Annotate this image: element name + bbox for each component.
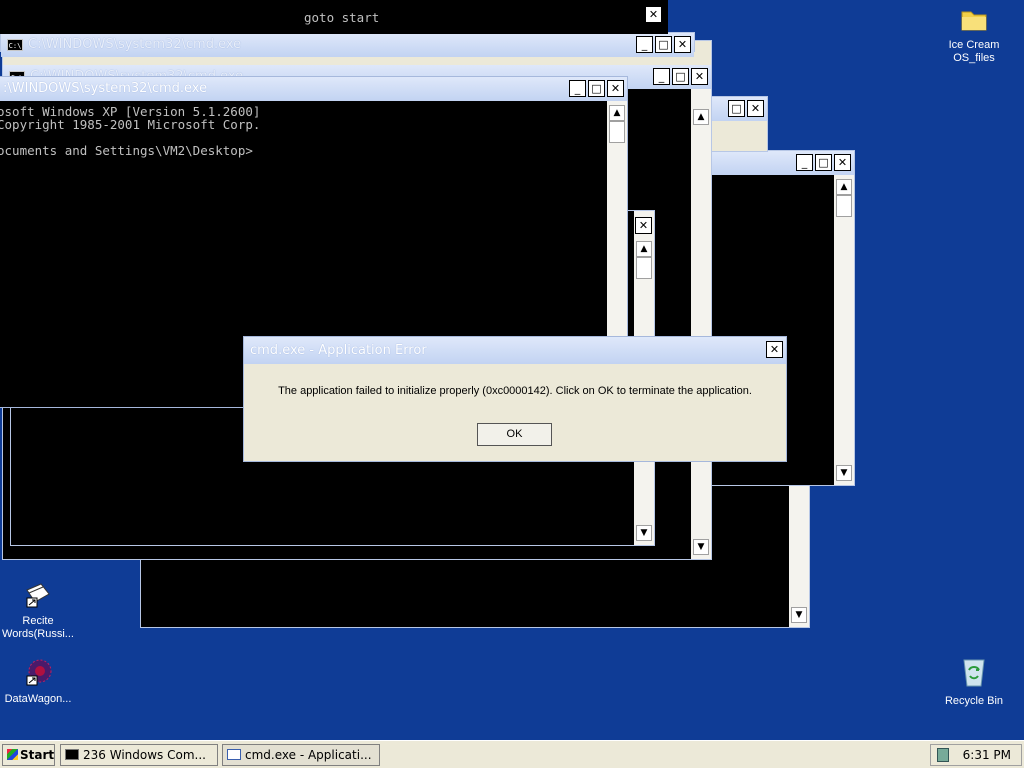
scroll-thumb[interactable] [609, 121, 625, 143]
close-button[interactable]: ✕ [607, 80, 624, 97]
maximize-button[interactable]: □ [672, 68, 689, 85]
scroll-down-arrow[interactable]: ▼ [836, 465, 852, 481]
error-message: The application failed to initialize pro… [278, 385, 752, 397]
maximize-button[interactable]: □ [728, 100, 745, 117]
ok-button[interactable]: OK [477, 423, 552, 446]
scroll-down-arrow[interactable]: ▼ [791, 607, 807, 623]
cmd-window-second[interactable]: C:\ C:\WINDOWS\system32\cmd.exe _ □ ✕ [0, 32, 695, 57]
taskbar-button-label: 236 Windows Com... [83, 748, 206, 762]
title-bar[interactable]: C:\ C:\WINDOWS\system32\cmd.exe [1, 33, 694, 57]
close-button[interactable]: ✕ [635, 217, 652, 234]
desktop-icon-recycle-bin[interactable]: Recycle Bin [934, 656, 1014, 708]
windows-flag-icon [7, 749, 18, 760]
application-error-dialog[interactable]: cmd.exe - Application Error ✕ The applic… [243, 336, 787, 462]
cmd-window-top[interactable]: goto start ✕ [0, 0, 668, 34]
scroll-down-arrow[interactable]: ▼ [636, 525, 652, 541]
close-button[interactable]: ✕ [645, 6, 662, 23]
scroll-up-arrow[interactable]: ▲ [609, 105, 625, 121]
close-button[interactable]: ✕ [747, 100, 764, 117]
vertical-scrollbar[interactable]: ▲ ▼ [691, 89, 711, 559]
desktop-icon-label: Recite Words(Russi... [2, 615, 74, 640]
recycle-bin-icon [934, 656, 1014, 692]
datawagon-shortcut-icon [0, 658, 78, 690]
close-button[interactable]: ✕ [834, 154, 851, 171]
taskbar-button-windows-command[interactable]: 236 Windows Com... [60, 744, 218, 766]
close-button[interactable]: ✕ [766, 341, 783, 358]
maximize-button[interactable]: □ [655, 36, 672, 53]
vertical-scrollbar[interactable]: ▲ ▼ [834, 175, 854, 485]
window-controls: _ □ ✕ [636, 36, 691, 53]
system-tray: 6:31 PM [930, 744, 1022, 766]
scroll-up-arrow[interactable]: ▲ [636, 241, 652, 257]
title-bar[interactable]: :\WINDOWS\system32\cmd.exe [0, 77, 627, 101]
desktop-icon-label: Ice Cream OS_files [948, 39, 1000, 64]
folder-icon [934, 6, 1014, 36]
window-icon [227, 749, 241, 760]
dialog-title-bar[interactable]: cmd.exe - Application Error [244, 337, 786, 364]
scroll-up-arrow[interactable]: ▲ [836, 179, 852, 195]
close-button[interactable]: ✕ [691, 68, 708, 85]
minimize-button[interactable]: _ [636, 36, 653, 53]
window-title: :\WINDOWS\system32\cmd.exe [3, 81, 208, 96]
scroll-down-arrow[interactable]: ▼ [693, 539, 709, 555]
close-button[interactable]: ✕ [674, 36, 691, 53]
book-shortcut-icon [0, 582, 78, 612]
minimize-button[interactable]: _ [796, 154, 813, 171]
window-controls: _ □ ✕ [796, 154, 851, 171]
start-label: Start [20, 748, 55, 762]
desktop-icon-recite-words[interactable]: Recite Words(Russi... [0, 582, 78, 641]
minimize-button[interactable]: _ [653, 68, 670, 85]
start-button[interactable]: Start [2, 744, 55, 766]
window-title: C:\WINDOWS\system32\cmd.exe [28, 37, 242, 52]
scroll-thumb[interactable] [636, 257, 652, 279]
minimize-button[interactable]: _ [569, 80, 586, 97]
console-line: goto start [304, 10, 380, 25]
window-controls: _ □ ✕ [569, 80, 624, 97]
maximize-button[interactable]: □ [588, 80, 605, 97]
taskbar-button-application-error[interactable]: cmd.exe - Applicati... [222, 744, 380, 766]
scroll-up-arrow[interactable]: ▲ [693, 109, 709, 125]
cmd-icon [65, 749, 79, 760]
console-area: goto start [0, 0, 668, 34]
window-controls: _ □ ✕ [653, 68, 708, 85]
cmd-icon: C:\ [7, 38, 23, 51]
window-controls: □ ✕ [728, 100, 764, 117]
maximize-button[interactable]: □ [815, 154, 832, 171]
taskbar-button-label: cmd.exe - Applicati... [245, 748, 372, 762]
network-icon[interactable] [937, 748, 949, 762]
desktop-icon-datawagon[interactable]: DataWagon... [0, 658, 78, 706]
clock: 6:31 PM [962, 748, 1011, 762]
dialog-title: cmd.exe - Application Error [250, 343, 427, 358]
scroll-thumb[interactable] [836, 195, 852, 217]
desktop-icon-label: DataWagon... [4, 693, 72, 705]
desktop-icon-label: Recycle Bin [944, 695, 1004, 707]
taskbar: Start 236 Windows Com... cmd.exe - Appli… [0, 740, 1024, 768]
desktop-icon-ice-cream-os-files[interactable]: Ice Cream OS_files [934, 6, 1014, 65]
